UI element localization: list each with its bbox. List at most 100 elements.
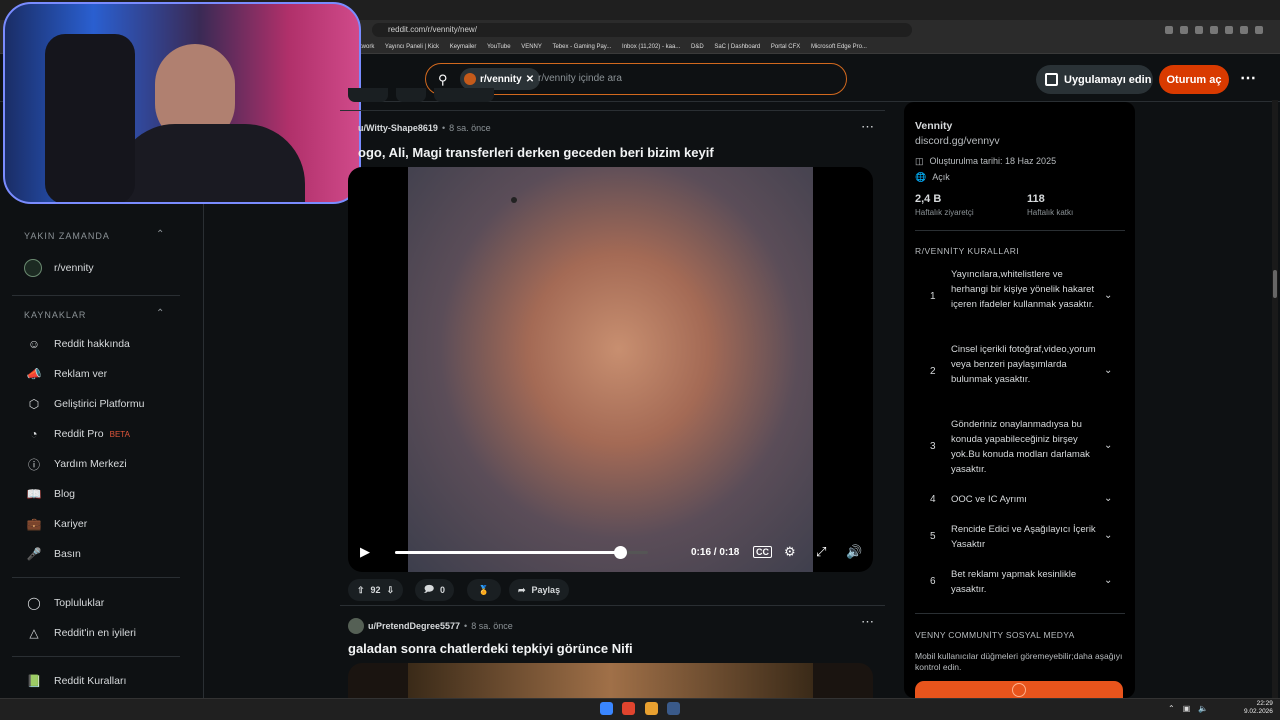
sidebar-item-reddit-pro[interactable]: ◔ Reddit Pro BETA [26,426,130,442]
award-button[interactable]: 🏅 [467,579,501,601]
sidebar-item-label: Reklam ver [54,368,108,380]
bookmark[interactable]: Yayıncı Paneli | Kick [385,44,439,50]
rule-text[interactable]: Yayıncılara,whitelistlere ve herhangi bi… [951,267,1099,312]
bookmark[interactable]: Inbox (11,202) - kaa... [622,44,680,50]
chevron-down-icon[interactable]: ⌄ [1104,575,1112,586]
bookmark[interactable]: Tebex - Gaming Pay... [552,44,611,50]
chevron-down-icon[interactable]: ⌄ [1104,440,1112,451]
post-title[interactable]: galadan sonra chatlerdeki tepkiyi görünc… [348,641,633,656]
scrollbar[interactable] [1272,100,1278,698]
comments-button[interactable]: 🗩 0 [415,579,455,601]
bookmark[interactable]: VENNY [521,44,542,50]
cake-icon: ◫ [915,156,924,166]
get-app-button[interactable]: Uygulamayı edin [1036,65,1153,94]
extension-icon[interactable] [1255,26,1263,34]
social-link-button[interactable] [915,681,1123,698]
post-title[interactable]: ogo, Ali, Magi transferleri derken geced… [358,145,714,160]
network-icon[interactable]: ▣ [1183,704,1191,713]
bookmark[interactable]: Portal CFX [771,44,800,50]
post-author[interactable]: u/Witty-Shape8619 [358,123,438,133]
steam-icon[interactable] [667,702,680,715]
rule-text[interactable]: Rencide Edici ve Aşağılayıcı İçerik Yasa… [951,522,1099,552]
play-icon[interactable]: ▶ [360,544,370,560]
social-heading: VENNY COMMUNİTY SOSYAL MEDYA [915,630,1075,640]
sidebar-item-careers[interactable]: 💼 Kariyer [26,516,88,532]
extension-icon[interactable] [1195,26,1203,34]
extension-icon[interactable] [1165,26,1173,34]
vote-bar: ⇧ 92 ⇩ [348,579,404,601]
settings-gear-icon[interactable]: ⚙ [784,544,796,560]
bookmark[interactable]: Microsoft Edge Pro... [811,44,867,50]
community-link[interactable]: discord.gg/vennyv [915,135,1000,147]
rule-text[interactable]: Bet reklamı yapmak kesinlikle yasaktır. [951,567,1099,597]
extension-icon[interactable] [1225,26,1233,34]
extension-icon[interactable] [1240,26,1248,34]
sidebar-item-label: Reddit'in en iyileri [54,627,136,639]
sidebar-item-communities[interactable]: ◯ Topluluklar [26,595,104,611]
user-avatar [348,618,364,634]
extension-icon[interactable] [1210,26,1218,34]
video-progress-track[interactable] [395,546,648,559]
share-button[interactable]: ➦ Paylaş [509,579,570,601]
bookmark[interactable]: SaC | Dashboard [714,44,760,50]
get-app-label: Uygulamayı edin [1064,73,1152,86]
video-player[interactable] [348,663,873,698]
chevron-down-icon[interactable]: ⌄ [1104,493,1112,504]
login-button[interactable]: Oturum aç [1159,65,1229,94]
sidebar-item-advertise[interactable]: 📣 Reklam ver [26,366,108,382]
more-options-icon[interactable]: ⋯ [1240,68,1256,88]
bookmark[interactable]: twork [360,44,374,50]
extension-icon[interactable] [1180,26,1188,34]
comment-count: 0 [440,585,446,595]
bookmark[interactable]: Keymailer [450,44,477,50]
chevron-up-icon[interactable]: ⌃ [156,308,164,319]
chevron-up-icon[interactable]: ⌃ [1168,704,1175,713]
volume-icon[interactable]: 🔊 [846,544,862,560]
upvote-icon[interactable]: ⇧ [357,585,365,596]
best-of-icon: △ [29,626,39,640]
divider [340,110,885,111]
sidebar-item-label: Topluluklar [54,597,105,609]
sidebar-item-best-of-reddit[interactable]: △ Reddit'in en iyileri [26,625,136,641]
subreddit-avatar [24,259,42,277]
close-icon[interactable]: ✕ [526,74,534,85]
developer-platform-icon: ⬡ [28,397,40,411]
sidebar-item-developer-platform[interactable]: ⬡ Geliştirici Platformu [26,396,145,412]
sidebar-item-blog[interactable]: 📖 Blog [26,486,76,502]
downvote-icon[interactable]: ⇩ [387,585,395,596]
clock-date: 9.02.2026 [1244,708,1273,715]
video-player[interactable]: ▶ 0:16 / 0:18 CC ⚙ ⤢ 🔊 [348,167,873,572]
windows-start-icon[interactable] [600,702,613,715]
bookmark[interactable]: YouTube [487,44,511,50]
sidebar-item-recent-subreddit[interactable]: r/vennity [24,259,94,277]
weekly-contrib-label: Haftalık katkı [1027,208,1074,217]
post-options-icon[interactable]: ⋯ [861,614,874,630]
rule-text[interactable]: OOC ve IC Ayrımı [951,492,1099,507]
rule-number: 4 [930,494,936,505]
chevron-down-icon[interactable]: ⌄ [1104,365,1112,376]
rule-number: 2 [930,366,936,377]
bookmark[interactable]: D&D [691,44,704,50]
chevron-up-icon[interactable]: ⌃ [156,229,164,240]
post-author[interactable]: u/PretendDegree5577 [368,621,460,631]
volume-icon[interactable]: 🔈 [1198,704,1208,713]
sidebar-item-help-center[interactable]: ⓘ Yardım Merkezi [26,456,127,472]
rule-text[interactable]: Gönderiniz onaylanmadıysa bu konuda yapa… [951,417,1099,477]
captions-icon[interactable]: CC [753,546,772,558]
sidebar-item-reddit-rules[interactable]: 📗 Reddit Kuralları [26,673,127,689]
sidebar-item-press[interactable]: 🎤 Basın [26,546,81,562]
fullscreen-icon[interactable]: ⤢ [816,544,826,560]
address-bar[interactable]: reddit.com/r/vennity/new/ [372,23,912,37]
scrollbar-thumb[interactable] [1273,270,1277,298]
sidebar-item-label: Basın [54,548,81,560]
sidebar-item-about-reddit[interactable]: ☺ Reddit hakkında [26,336,130,352]
left-sidebar: YAKIN ZAMANDA ⌃ r/vennity KAYNAKLAR ⌃ ☺ … [0,204,204,698]
rule-text[interactable]: Cinsel içerikli fotoğraf,video,yorum vey… [951,342,1099,387]
chevron-down-icon[interactable]: ⌄ [1104,290,1112,301]
post-options-icon[interactable]: ⋯ [861,119,874,135]
system-clock[interactable]: 22:29 9.02.2026 [1244,700,1273,716]
subreddit-search-chip[interactable]: r/vennity ✕ [460,68,541,90]
brave-browser-icon[interactable] [622,702,635,715]
app-icon[interactable] [645,702,658,715]
chevron-down-icon[interactable]: ⌄ [1104,530,1112,541]
